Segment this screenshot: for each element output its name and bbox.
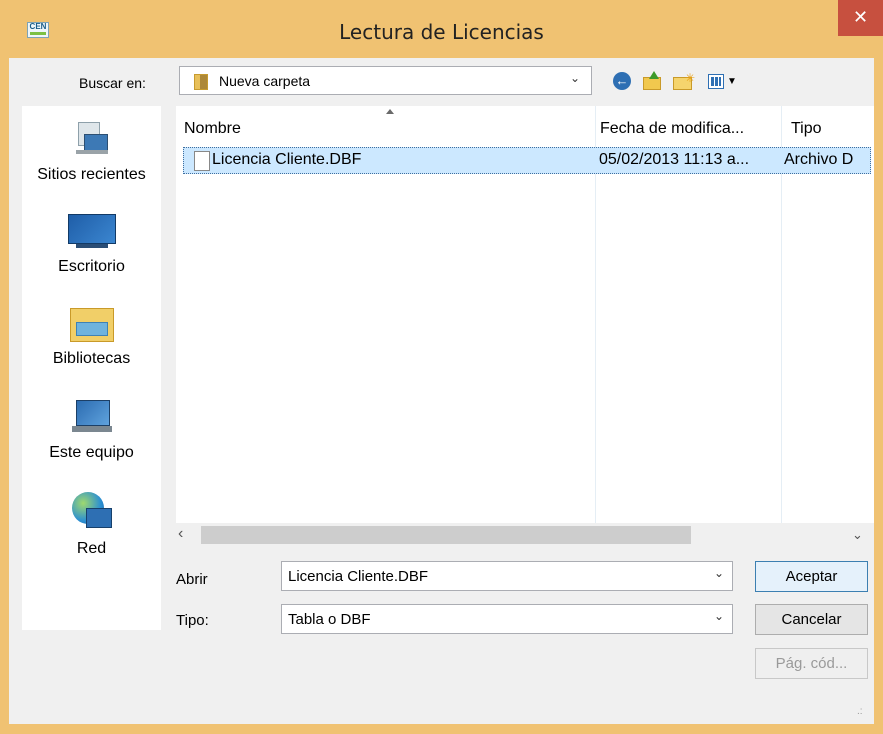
chevron-down-icon[interactable]: ⌄ [570,71,580,85]
folder-icon [194,74,208,90]
place-label: Bibliotecas [52,350,131,367]
file-modified: 05/02/2013 11:13 a... [599,151,750,168]
recent-places-icon [68,118,116,160]
file-icon [194,151,210,171]
places-bar: Sitios recientes Escritorio Bibliotecas … [22,106,161,630]
scroll-down-icon[interactable]: ⌄ [852,527,863,543]
place-network[interactable]: Red [22,492,161,558]
filetype-value: Tabla o DBF [288,611,371,628]
place-label: Este equipo [49,444,134,461]
desktop-icon [67,210,116,252]
codepage-button[interactable]: Pág. cód... [755,648,868,679]
dialog-body: Buscar en: Nueva carpeta ⌄ ← ✳ ▼ Sitios … [9,58,874,724]
scroll-left-icon[interactable]: ‹ [178,525,183,543]
cancel-button[interactable]: Cancelar [755,604,868,635]
title-bar[interactable]: CEN Lectura de Licencias ✕ [0,0,883,58]
back-icon[interactable]: ← [612,71,634,91]
lookin-combo[interactable]: Nueva carpeta ⌄ [179,66,592,95]
column-header-modified[interactable]: Fecha de modifica... [596,106,782,146]
libraries-icon [68,302,116,344]
this-pc-icon [68,396,116,438]
lookin-value: Nueva carpeta [219,73,311,89]
open-label: Abrir [176,571,208,588]
column-header-type[interactable]: Tipo [782,106,874,146]
window-title: Lectura de Licencias [339,20,544,44]
place-libraries[interactable]: Bibliotecas [22,302,161,368]
chevron-down-icon[interactable]: ⌄ [714,566,724,580]
file-row-selected[interactable]: Licencia Cliente.DBF 05/02/2013 11:13 a.… [183,147,871,174]
file-list[interactable]: Nombre Fecha de modifica... Tipo Licenci… [176,106,874,546]
place-recent[interactable]: Sitios recientes [22,118,161,184]
dialog-window: CEN Lectura de Licencias ✕ Buscar en: Nu… [0,0,883,734]
place-label: Red [76,540,107,557]
file-name: Licencia Cliente.DBF [212,151,362,168]
place-label: Sitios recientes [37,166,146,183]
resize-grip-icon[interactable]: .: [857,706,863,717]
file-type: Archivo D [784,151,854,168]
up-folder-icon[interactable] [642,71,664,91]
filetype-combo[interactable]: Tabla o DBF ⌄ [281,604,733,634]
column-header-name[interactable]: Nombre [176,106,596,146]
column-name-label: Nombre [184,120,241,137]
filename-value[interactable]: Licencia Cliente.DBF [288,568,428,585]
filename-combo[interactable]: Licencia Cliente.DBF ⌄ [281,561,733,591]
view-menu-icon[interactable]: ▼ [707,71,737,91]
column-modified-label: Fecha de modifica... [600,120,745,137]
new-folder-icon[interactable]: ✳ [672,71,695,91]
network-icon [68,492,116,534]
place-desktop[interactable]: Escritorio [22,210,161,276]
place-this-pc[interactable]: Este equipo [22,396,161,462]
chevron-down-icon[interactable]: ⌄ [714,609,724,623]
horizontal-scrollbar[interactable]: ‹ ⌄ [176,523,874,546]
place-label: Escritorio [58,258,125,275]
close-button[interactable]: ✕ [838,0,883,36]
accept-button[interactable]: Aceptar [755,561,868,592]
scrollbar-thumb[interactable] [201,526,691,544]
column-type-label: Tipo [791,120,822,137]
lookin-label: Buscar en: [79,75,146,91]
type-label: Tipo: [176,612,209,629]
